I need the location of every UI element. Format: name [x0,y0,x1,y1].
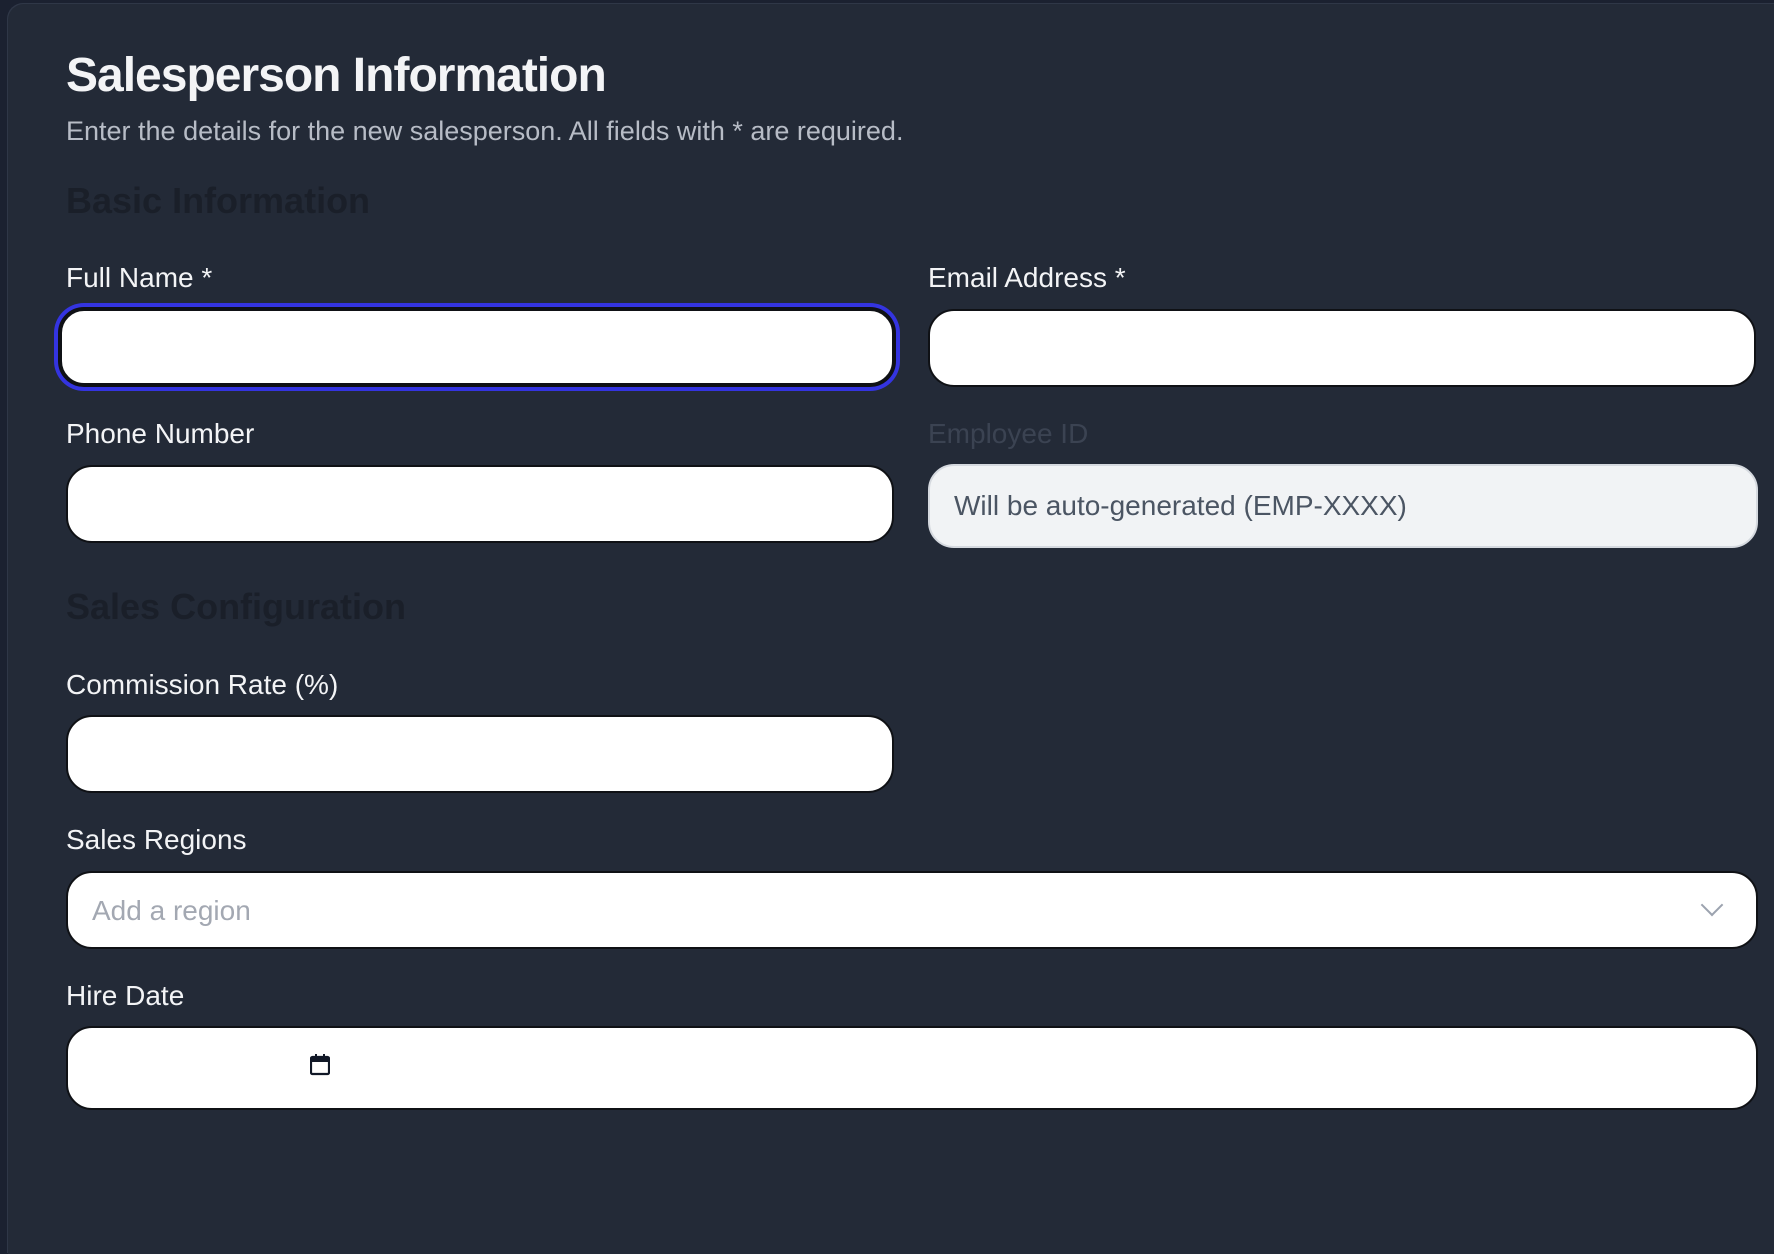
hire-date-label: Hire Date [66,980,185,1011]
full-name-input[interactable] [58,307,896,387]
full-name-label: Full Name * [66,262,213,293]
email-address-input[interactable] [928,309,1756,387]
section-heading-basic-information: Basic Information [66,180,371,221]
phone-number-label: Phone Number [66,418,255,449]
sales-regions-select[interactable]: Add a region [66,871,1758,949]
employee-id-input [928,464,1758,548]
sales-regions-label: Sales Regions [66,824,247,855]
section-heading-sales-configuration: Sales Configuration [66,586,407,627]
email-address-label: Email Address * [928,262,1126,293]
page-title: Salesperson Information [66,49,607,102]
salesperson-form-card: Salesperson Information Enter the detail… [8,4,1774,1254]
calendar-icon[interactable] [310,1054,330,1076]
commission-rate-input[interactable] [66,715,894,793]
hire-date-input[interactable] [66,1026,1758,1110]
page-subtitle: Enter the details for the new salesperso… [66,116,904,146]
phone-number-input[interactable] [66,465,894,543]
sales-regions-placeholder: Add a region [92,895,251,926]
chevron-down-icon[interactable] [1700,893,1724,917]
employee-id-label: Employee ID [928,418,1089,449]
commission-rate-label: Commission Rate (%) [66,669,339,700]
